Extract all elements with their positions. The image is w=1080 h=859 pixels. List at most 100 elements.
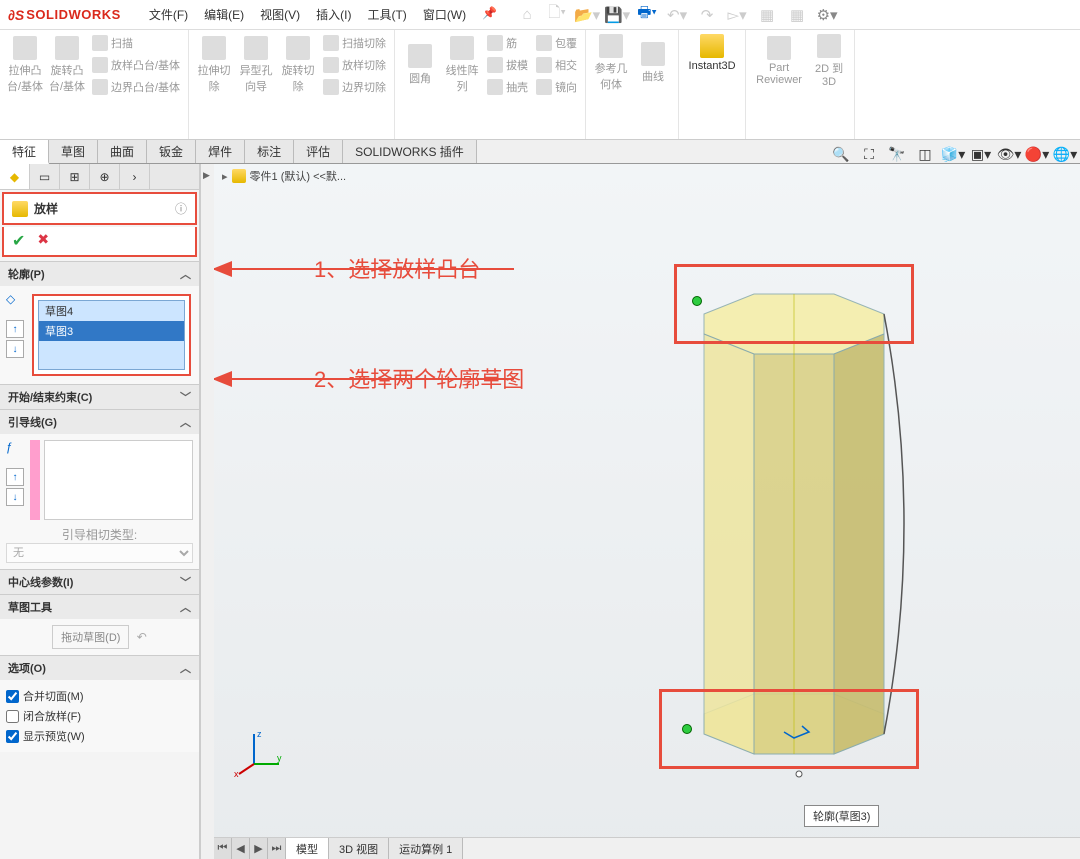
help-icon[interactable]: ⓘ: [175, 200, 187, 217]
scene-icon[interactable]: 🌐▾: [1052, 142, 1078, 166]
ref-geometry-button[interactable]: 参考几何体: [590, 32, 632, 94]
2d-to-3d-button[interactable]: 2D 到 3D: [808, 32, 850, 90]
breadcrumb-part-name[interactable]: 零件1 (默认) <<默...: [250, 168, 347, 184]
prev-view-icon[interactable]: 🔭: [884, 142, 910, 166]
profiles-header[interactable]: 轮廓(P)︿: [0, 262, 199, 286]
redo-icon[interactable]: ↷: [693, 3, 721, 27]
panel-splitter[interactable]: [200, 164, 214, 859]
tab-sheetmetal[interactable]: 钣金: [147, 140, 196, 163]
display-manager-tab[interactable]: ›: [120, 164, 150, 189]
dimxpert-tab[interactable]: ⊕: [90, 164, 120, 189]
extrude-boss-button[interactable]: 拉伸凸台/基体: [4, 32, 46, 98]
settings-icon[interactable]: ⚙▾: [813, 3, 841, 27]
display-style-icon[interactable]: ▣▾: [968, 142, 994, 166]
save-icon[interactable]: 💾▾: [603, 3, 631, 27]
mirror-button[interactable]: 镜向: [532, 76, 581, 98]
curves-button[interactable]: 曲线: [632, 32, 674, 94]
loft-cut-button[interactable]: 放样切除: [319, 54, 390, 76]
profile-handle-top[interactable]: [692, 296, 702, 306]
revolve-boss-button[interactable]: 旋转凸台/基体: [46, 32, 88, 98]
shell-button[interactable]: 抽壳: [483, 76, 532, 98]
wrap-button[interactable]: 包覆: [532, 32, 581, 54]
tab-nav-first[interactable]: ⏮: [214, 838, 232, 859]
rebuild-icon[interactable]: ▦: [753, 3, 781, 27]
appearance-icon[interactable]: 🔴▾: [1024, 142, 1050, 166]
options-header[interactable]: 选项(O)︿: [0, 656, 199, 680]
new-icon[interactable]: 🗋▾: [543, 3, 571, 27]
menu-tools[interactable]: 工具(T): [359, 2, 414, 27]
tab-feature[interactable]: 特征: [0, 140, 49, 164]
part-reviewer-button[interactable]: Part Reviewer: [750, 32, 808, 90]
options-icon[interactable]: ▦: [783, 3, 811, 27]
move-up-button[interactable]: ↑: [6, 320, 24, 338]
guide-drag-handle[interactable]: [30, 440, 40, 520]
tab-nav-prev[interactable]: ◀: [232, 838, 250, 859]
view-triad[interactable]: z y x: [234, 729, 284, 779]
tab-nav-next[interactable]: ▶: [250, 838, 268, 859]
profile-list[interactable]: 草图4 草图3: [38, 300, 185, 370]
cancel-button[interactable]: ✖: [37, 231, 49, 251]
merge-tangent-option[interactable]: 合并切面(M): [6, 686, 193, 706]
tab-evaluate[interactable]: 评估: [294, 140, 343, 163]
close-loft-option[interactable]: 闭合放样(F): [6, 706, 193, 726]
graphics-viewport[interactable]: ▸ 零件1 (默认) <<默... 1、选择放样凸台 2、选择两个轮廓草图: [214, 164, 1080, 859]
move-down-button[interactable]: ↓: [6, 340, 24, 358]
drag-sketch-button[interactable]: 拖动草图(D): [52, 625, 129, 649]
sweep-boss-button[interactable]: 扫描: [88, 32, 184, 54]
boundary-cut-button[interactable]: 边界切除: [319, 76, 390, 98]
undo-sketch-icon[interactable]: ↶: [137, 630, 147, 644]
sketch-tools-header[interactable]: 草图工具︿: [0, 595, 199, 619]
sweep-cut-button[interactable]: 扫描切除: [319, 32, 390, 54]
loft-boss-button[interactable]: 放样凸台/基体: [88, 54, 184, 76]
linear-pattern-button[interactable]: 线性阵列: [441, 32, 483, 98]
guide-list[interactable]: [44, 440, 193, 520]
tab-nav-last[interactable]: ⏭: [268, 838, 286, 859]
menu-edit[interactable]: 编辑(E): [196, 2, 252, 27]
undo-icon[interactable]: ↶▾: [663, 3, 691, 27]
home-icon[interactable]: ⌂: [513, 3, 541, 27]
hole-wizard-button[interactable]: 异型孔向导: [235, 32, 277, 98]
rib-button[interactable]: 筋: [483, 32, 532, 54]
centerline-header[interactable]: 中心线参数(I)﹀: [0, 570, 199, 594]
tab-swplugin[interactable]: SOLIDWORKS 插件: [343, 140, 477, 163]
view-orientation-icon[interactable]: 🧊▾: [940, 142, 966, 166]
instant3d-button[interactable]: Instant3D: [683, 32, 741, 74]
tab-surface[interactable]: 曲面: [98, 140, 147, 163]
ok-button[interactable]: ✔: [12, 231, 25, 251]
menu-view[interactable]: 视图(V): [252, 2, 308, 27]
tab-weldment[interactable]: 焊件: [196, 140, 245, 163]
tab-annotate[interactable]: 标注: [245, 140, 294, 163]
open-icon[interactable]: 📂▾: [573, 3, 601, 27]
bottom-tab-motion[interactable]: 运动算例 1: [389, 838, 463, 859]
profile-item[interactable]: 草图3: [39, 321, 184, 341]
tab-sketch[interactable]: 草图: [49, 140, 98, 163]
bottom-tab-3dview[interactable]: 3D 视图: [329, 838, 389, 859]
bottom-tab-model[interactable]: 模型: [286, 838, 329, 859]
draft-button[interactable]: 拔模: [483, 54, 532, 76]
feature-manager-tab[interactable]: ◆: [0, 164, 30, 189]
guides-header[interactable]: 引导线(G)︿: [0, 410, 199, 434]
guide-tangent-select[interactable]: 无: [6, 543, 193, 563]
menu-window[interactable]: 窗口(W): [415, 2, 474, 27]
constraints-header[interactable]: 开始/结束约束(C)﹀: [0, 385, 199, 409]
config-manager-tab[interactable]: ⊞: [60, 164, 90, 189]
extrude-cut-button[interactable]: 拉伸切除: [193, 32, 235, 98]
profile-item[interactable]: 草图4: [39, 301, 184, 321]
hide-show-icon[interactable]: 👁▾: [996, 142, 1022, 166]
zoom-area-icon[interactable]: ⛶: [856, 142, 882, 166]
property-manager-tab[interactable]: ▭: [30, 164, 60, 189]
zoom-fit-icon[interactable]: 🔍: [828, 142, 854, 166]
guide-move-up-button[interactable]: ↑: [6, 468, 24, 486]
fillet-button[interactable]: 圆角: [399, 32, 441, 98]
section-view-icon[interactable]: ◫: [912, 142, 938, 166]
select-icon[interactable]: ▻▾: [723, 3, 751, 27]
intersect-button[interactable]: 相交: [532, 54, 581, 76]
revolve-cut-button[interactable]: 旋转切除: [277, 32, 319, 98]
profile-handle-bottom[interactable]: [682, 724, 692, 734]
boundary-boss-button[interactable]: 边界凸台/基体: [88, 76, 184, 98]
menu-file[interactable]: 文件(F): [141, 2, 196, 27]
guide-move-down-button[interactable]: ↓: [6, 488, 24, 506]
show-preview-option[interactable]: 显示预览(W): [6, 726, 193, 746]
print-icon[interactable]: 🖶▾: [633, 3, 661, 27]
breadcrumb-expand-icon[interactable]: ▸: [222, 170, 228, 183]
